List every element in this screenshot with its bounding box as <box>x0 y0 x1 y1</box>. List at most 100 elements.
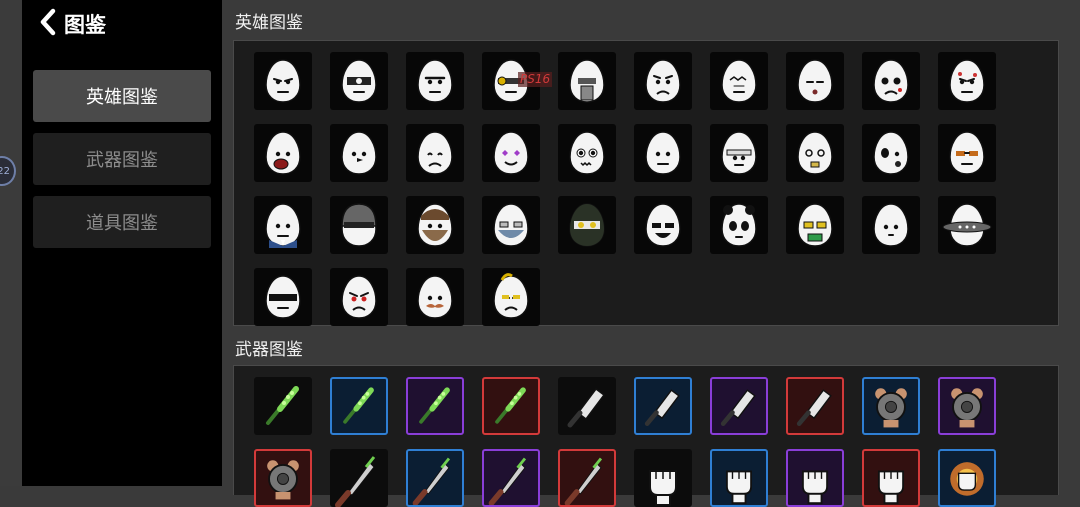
hero-card[interactable] <box>482 124 540 182</box>
hero-card[interactable] <box>710 52 768 110</box>
weapon-card[interactable] <box>558 449 616 507</box>
sidebar-item-label: 英雄图鉴 <box>86 87 158 108</box>
machete-icon <box>488 457 527 505</box>
hero-card[interactable] <box>862 52 920 110</box>
weapon-card[interactable] <box>406 449 464 507</box>
hero-card[interactable]: PS16 <box>482 52 553 110</box>
hero-card[interactable] <box>938 196 996 254</box>
spiked-club-icon <box>419 387 450 424</box>
weapon-card[interactable] <box>330 377 388 435</box>
spiked-club-icon <box>266 386 299 425</box>
weapons-grid <box>233 365 1059 507</box>
hero-card[interactable] <box>558 196 616 254</box>
hero-card[interactable] <box>786 124 844 182</box>
hero-dizzy-icon <box>797 131 833 175</box>
hero-card[interactable] <box>254 196 312 254</box>
machete-icon <box>412 457 451 505</box>
hero-bird-small-icon <box>873 203 909 247</box>
hero-card[interactable] <box>254 124 312 182</box>
hero-mustache-icon <box>417 275 453 319</box>
weapon-card[interactable] <box>862 449 920 507</box>
weapon-card[interactable] <box>406 377 464 435</box>
hero-card[interactable] <box>254 52 312 110</box>
cleaver-icon <box>644 389 680 427</box>
weapon-card[interactable] <box>482 377 540 435</box>
spiked-club-icon <box>495 387 526 424</box>
hero-card[interactable] <box>330 52 388 110</box>
hero-card[interactable] <box>786 52 844 110</box>
weapon-card[interactable] <box>330 449 388 507</box>
hero-grinning-icon <box>645 203 681 247</box>
hero-card[interactable] <box>710 124 768 182</box>
sidebar-item-weapons[interactable]: 武器图鉴 <box>33 133 211 185</box>
hero-stern-icon <box>265 59 301 103</box>
back-button[interactable]: 图鉴 <box>38 8 106 40</box>
cleaver-icon <box>796 389 832 427</box>
hero-card[interactable] <box>406 124 464 182</box>
weapon-card[interactable] <box>254 377 312 435</box>
sidebar-item-items[interactable]: 道具图鉴 <box>33 196 211 248</box>
hero-card[interactable] <box>634 52 692 110</box>
spiked-club-icon <box>343 387 374 424</box>
fist-icon <box>725 470 753 505</box>
hero-card[interactable] <box>330 196 388 254</box>
hero-card[interactable] <box>330 268 388 326</box>
hero-card[interactable] <box>254 268 312 326</box>
hero-masked-icon <box>493 203 529 247</box>
hero-card[interactable] <box>406 52 464 110</box>
hero-card[interactable] <box>330 124 388 182</box>
cleaver-icon <box>567 387 606 428</box>
hero-ufo-icon <box>942 203 992 247</box>
hero-scarred-icon <box>873 59 909 103</box>
fire-fist-icon <box>950 462 984 496</box>
hero-sunglasses-icon <box>949 131 985 175</box>
weapon-card[interactable] <box>862 377 920 435</box>
weapon-card[interactable] <box>482 449 540 507</box>
hero-bearded-icon <box>417 203 453 247</box>
hero-card[interactable] <box>938 124 996 182</box>
machete-icon <box>335 456 376 507</box>
hero-card[interactable] <box>862 124 920 182</box>
hero-card[interactable] <box>938 52 996 110</box>
hero-bruised-icon <box>873 131 909 175</box>
heroes-grid: PS16 <box>233 40 1059 326</box>
hero-card[interactable] <box>786 196 844 254</box>
fist-icon <box>877 470 905 505</box>
hero-ninja-icon <box>569 203 605 247</box>
hero-card[interactable] <box>482 268 540 326</box>
side-badge-text: 22 <box>0 165 10 177</box>
weapon-card[interactable] <box>786 377 844 435</box>
weapon-card[interactable] <box>634 377 692 435</box>
weapon-card[interactable] <box>710 377 768 435</box>
saw-blade-icon <box>951 388 983 428</box>
sidebar-item-heroes[interactable]: 英雄图鉴 <box>33 70 211 122</box>
hero-scribbled-icon <box>721 59 757 103</box>
weapon-card[interactable] <box>558 377 616 435</box>
hero-card[interactable] <box>558 52 616 110</box>
hero-card[interactable] <box>634 196 692 254</box>
fist-icon <box>649 470 677 506</box>
weapon-card[interactable] <box>254 449 312 507</box>
sidebar-item-label: 道具图鉴 <box>86 213 158 234</box>
hero-card[interactable] <box>558 124 616 182</box>
hero-sleepy-icon <box>797 59 833 103</box>
cleaver-icon <box>720 389 756 427</box>
hero-zombie-icon <box>569 131 605 175</box>
hero-card[interactable] <box>862 196 920 254</box>
hero-banana-icon <box>493 273 529 319</box>
saw-blade-icon <box>267 460 299 500</box>
hero-card[interactable] <box>406 268 464 326</box>
weapon-card[interactable] <box>634 449 692 507</box>
hero-card[interactable] <box>710 196 768 254</box>
hero-card[interactable] <box>482 196 540 254</box>
hero-card[interactable] <box>406 196 464 254</box>
weapon-card[interactable] <box>710 449 768 507</box>
weapon-card[interactable] <box>786 449 844 507</box>
weapon-card[interactable] <box>938 377 996 435</box>
back-label: 图鉴 <box>64 13 106 37</box>
weapons-section-title: 武器图鉴 <box>235 340 303 360</box>
weapon-card[interactable] <box>938 449 996 507</box>
hero-card[interactable] <box>634 124 692 182</box>
hero-overlay-text: PS16 <box>518 72 553 87</box>
machete-icon <box>564 457 603 505</box>
